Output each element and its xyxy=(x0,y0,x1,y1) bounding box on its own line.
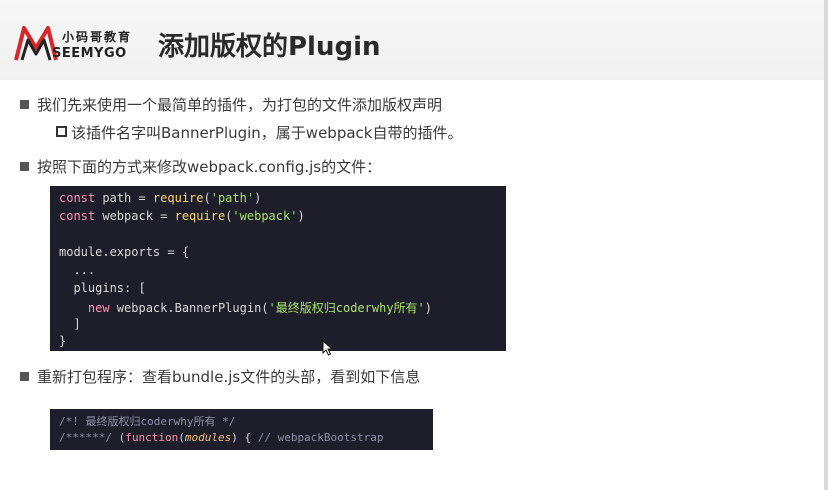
bullet-text: 按照下面的方式来修改webpack.config.js的文件： xyxy=(37,158,382,176)
bullet-item-3: 重新打包程序：查看bundle.js文件的头部，看到如下信息 xyxy=(20,366,420,387)
page-title: 添加版权的Plugin xyxy=(158,32,381,62)
mouse-pointer-icon xyxy=(322,340,334,356)
company-logo: 小码哥教育 SEEMYGO xyxy=(14,22,146,66)
hollow-square-bullet-icon xyxy=(56,126,67,137)
slide-header: 小码哥教育 SEEMYGO 添加版权的Plugin xyxy=(0,0,824,80)
square-bullet-icon xyxy=(20,372,29,381)
slide-border xyxy=(824,0,828,490)
code-line-7: ] xyxy=(59,317,81,331)
code-line-4: ... xyxy=(59,263,96,277)
code-line-3: module.exports = { xyxy=(59,245,190,259)
bullet-item-1: 我们先来使用一个最简单的插件，为打包的文件添加版权声明 xyxy=(20,94,442,115)
logo-chinese-text: 小码哥教育 xyxy=(62,30,133,44)
square-bullet-icon xyxy=(20,100,29,109)
bundle-header-code-block: /*! 最终版权归coderwhy所有 */ /******/ (functio… xyxy=(50,409,433,450)
sub-bullet-text: 该插件名字叫BannerPlugin，属于webpack自带的插件。 xyxy=(71,124,463,142)
code-line-1: const path = require('path') xyxy=(59,191,262,205)
code-line-2: /******/ (function(modules) { // webpack… xyxy=(59,431,384,444)
code-line-2: const webpack = require('webpack') xyxy=(59,209,305,223)
code-line-6: new webpack.BannerPlugin('最终版权归coderwhy所… xyxy=(59,301,433,315)
bullet-text: 重新打包程序：查看bundle.js文件的头部，看到如下信息 xyxy=(37,368,421,386)
logo-english-text: SEEMYGO xyxy=(52,46,127,61)
code-line-5: plugins: [ xyxy=(59,281,146,295)
sub-bullet-item: 该插件名字叫BannerPlugin，属于webpack自带的插件。 xyxy=(56,122,462,143)
code-line-1: /*! 最终版权归coderwhy所有 */ xyxy=(59,415,236,428)
config-code-block: const path = require('path') const webpa… xyxy=(50,186,506,351)
bullet-text: 我们先来使用一个最简单的插件，为打包的文件添加版权声明 xyxy=(37,96,443,114)
code-line-8: } xyxy=(59,334,67,348)
bullet-item-2: 按照下面的方式来修改webpack.config.js的文件： xyxy=(20,156,381,177)
square-bullet-icon xyxy=(20,162,29,171)
